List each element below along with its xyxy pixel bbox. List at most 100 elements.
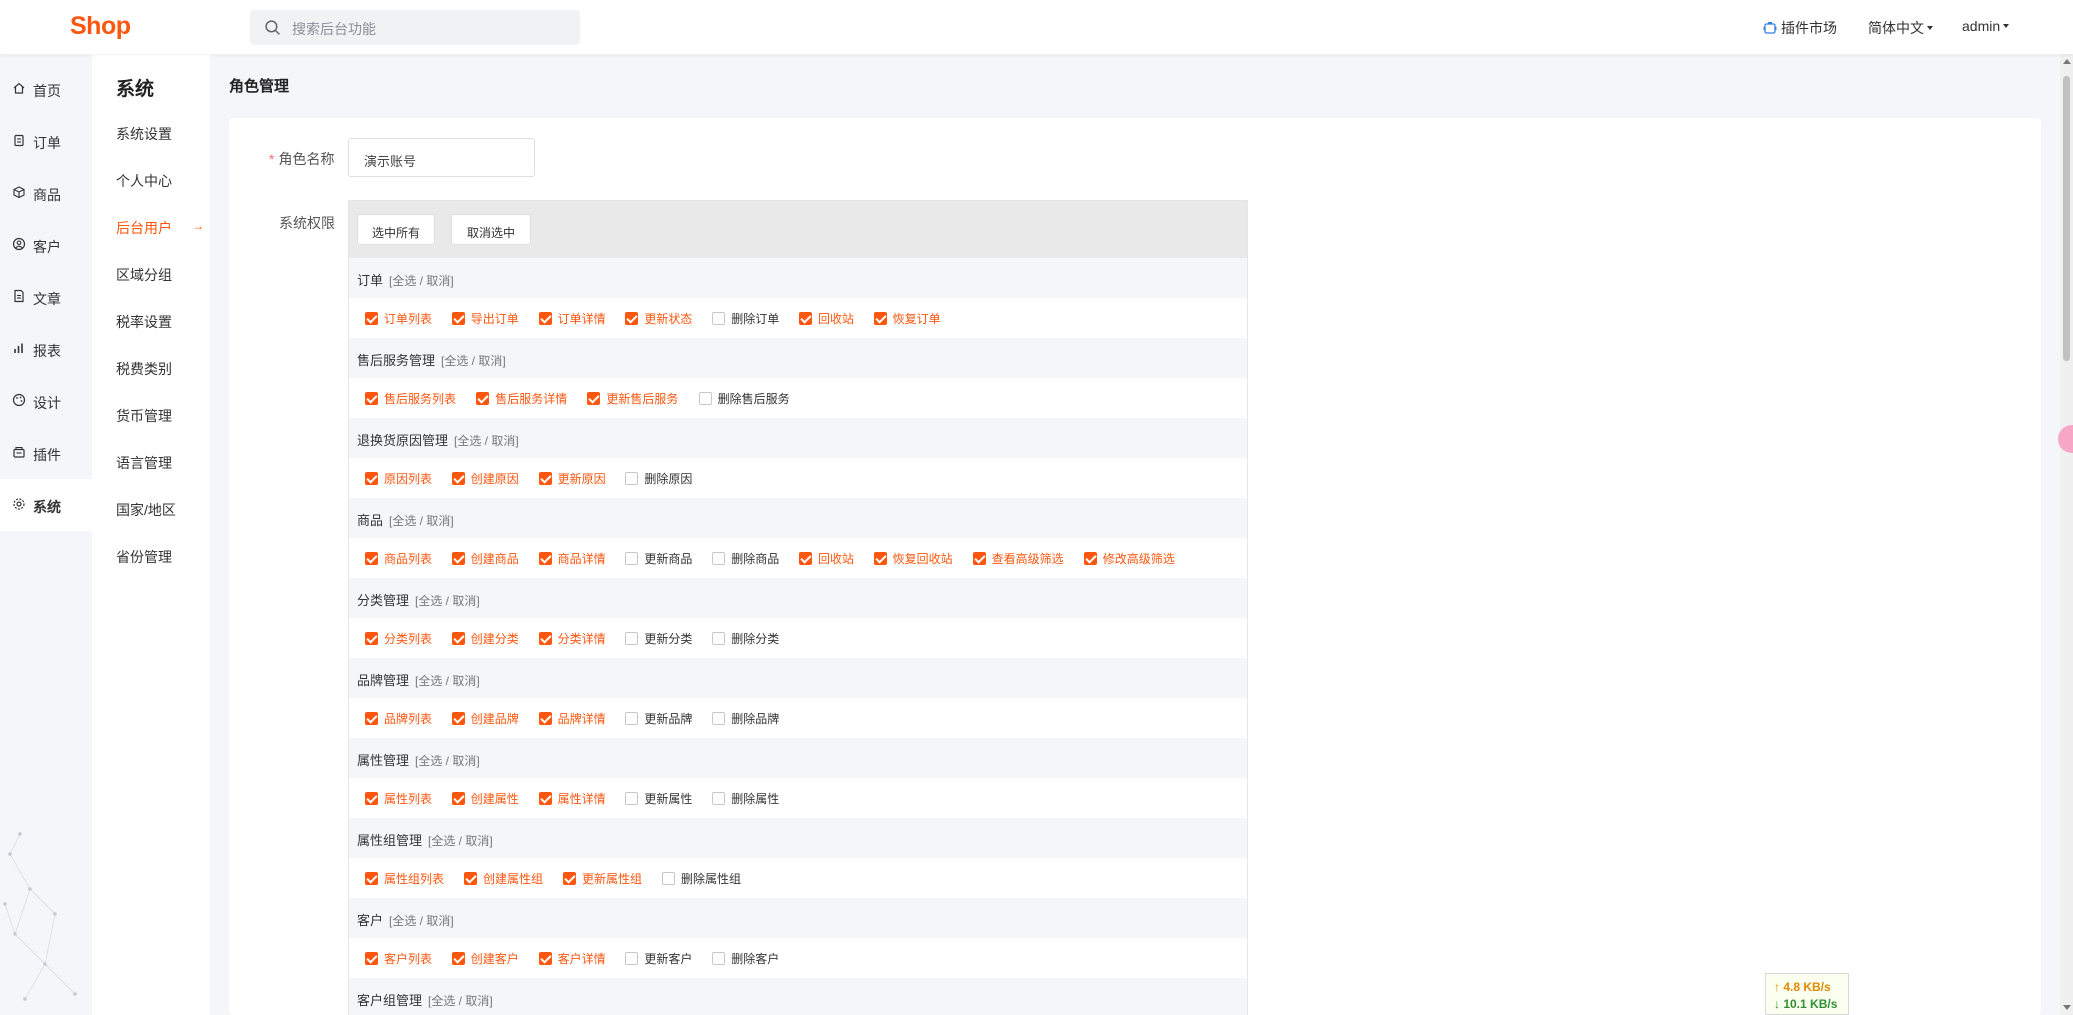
sub-nav-item-6[interactable]: 货币管理 <box>116 406 172 426</box>
permission-checkbox[interactable]: 删除原因 <box>625 470 692 487</box>
permission-checkbox[interactable]: 客户列表 <box>365 950 432 967</box>
permission-checkbox[interactable]: 商品列表 <box>365 550 432 567</box>
permission-checkbox[interactable]: 导出订单 <box>451 310 519 327</box>
checkbox-box[interactable] <box>563 872 576 885</box>
checkbox-box[interactable] <box>587 392 601 405</box>
permission-checkbox[interactable]: 更新商品 <box>625 550 692 567</box>
permission-checkbox[interactable]: 更新属性组 <box>563 870 642 887</box>
main-nav-item-7[interactable]: 插件 <box>0 427 92 479</box>
permission-checkbox[interactable]: 更新状态 <box>625 310 692 327</box>
permission-checkbox[interactable]: 恢复回收站 <box>873 550 953 567</box>
checkbox-box[interactable] <box>712 952 726 965</box>
permission-checkbox[interactable]: 原因列表 <box>365 470 432 487</box>
checkbox-box[interactable] <box>365 712 378 725</box>
checkbox-box[interactable] <box>625 472 639 485</box>
checkbox-box[interactable] <box>538 792 552 805</box>
permission-checkbox[interactable]: 品牌详情 <box>538 710 606 727</box>
permission-checkbox[interactable]: 创建品牌 <box>451 710 519 727</box>
permission-checkbox[interactable]: 创建属性组 <box>464 870 543 887</box>
scroll-up-icon[interactable] <box>2063 59 2071 64</box>
checkbox-box[interactable] <box>873 312 887 325</box>
scrollbar-thumb[interactable] <box>2063 76 2070 361</box>
main-nav-item-0[interactable]: 首页 <box>0 63 92 115</box>
checkbox-box[interactable] <box>625 792 639 805</box>
checkbox-box[interactable] <box>365 792 378 805</box>
checkbox-box[interactable] <box>712 712 726 725</box>
permission-checkbox[interactable]: 分类详情 <box>538 630 606 647</box>
permission-checkbox[interactable]: 更新售后服务 <box>587 390 678 407</box>
checkbox-box[interactable] <box>365 392 378 405</box>
group-toggle-all[interactable]: [全选 / 取消] <box>389 514 454 528</box>
permission-checkbox[interactable]: 删除属性 <box>712 790 779 807</box>
permission-checkbox[interactable]: 客户详情 <box>538 950 606 967</box>
checkbox-box[interactable] <box>451 312 465 325</box>
permission-checkbox[interactable]: 创建分类 <box>451 630 519 647</box>
group-toggle-all[interactable]: [全选 / 取消] <box>415 754 480 768</box>
permission-checkbox[interactable]: 售后服务列表 <box>365 390 456 407</box>
permission-checkbox[interactable]: 删除订单 <box>712 310 779 327</box>
main-nav-item-6[interactable]: 设计 <box>0 375 92 427</box>
checkbox-box[interactable] <box>538 552 552 565</box>
checkbox-box[interactable] <box>476 392 490 405</box>
permission-checkbox[interactable]: 属性列表 <box>365 790 432 807</box>
sub-nav-item-4[interactable]: 税率设置 <box>116 312 172 332</box>
checkbox-box[interactable] <box>451 472 465 485</box>
checkbox-box[interactable] <box>625 632 639 645</box>
checkbox-box[interactable] <box>451 632 465 645</box>
permission-checkbox[interactable]: 删除品牌 <box>712 710 779 727</box>
checkbox-box[interactable] <box>625 712 639 725</box>
permission-checkbox[interactable]: 订单详情 <box>538 310 606 327</box>
checkbox-box[interactable] <box>365 312 378 325</box>
checkbox-box[interactable] <box>451 792 465 805</box>
sub-nav-item-2[interactable]: 后台用户 <box>116 218 172 238</box>
checkbox-box[interactable] <box>464 872 477 885</box>
checkbox-box[interactable] <box>662 872 675 885</box>
sub-nav-item-3[interactable]: 区域分组 <box>116 265 172 285</box>
main-nav-item-1[interactable]: 订单 <box>0 115 92 167</box>
permission-checkbox[interactable]: 属性详情 <box>538 790 606 807</box>
permission-checkbox[interactable]: 更新分类 <box>625 630 692 647</box>
role-name-input[interactable]: 演示账号 <box>348 138 535 177</box>
checkbox-box[interactable] <box>538 952 552 965</box>
sub-nav-item-7[interactable]: 语言管理 <box>116 453 172 473</box>
group-toggle-all[interactable]: [全选 / 取消] <box>415 594 480 608</box>
language-dropdown[interactable]: 简体中文 <box>1868 18 1933 38</box>
permission-checkbox[interactable]: 删除售后服务 <box>698 390 790 407</box>
sub-nav-item-0[interactable]: 系统设置 <box>116 124 172 144</box>
checkbox-box[interactable] <box>365 952 378 965</box>
checkbox-box[interactable] <box>365 552 378 565</box>
main-nav-item-5[interactable]: 报表 <box>0 323 92 375</box>
search-input[interactable]: 搜索后台功能 <box>250 10 580 45</box>
checkbox-box[interactable] <box>799 552 812 565</box>
checkbox-box[interactable] <box>873 552 887 565</box>
permission-checkbox[interactable]: 恢复订单 <box>873 310 941 327</box>
main-nav-item-2[interactable]: 商品 <box>0 167 92 219</box>
checkbox-box[interactable] <box>712 632 726 645</box>
checkbox-box[interactable] <box>625 312 639 325</box>
permission-checkbox[interactable]: 分类列表 <box>365 630 432 647</box>
checkbox-box[interactable] <box>625 952 639 965</box>
checkbox-box[interactable] <box>538 312 552 325</box>
sub-nav-item-1[interactable]: 个人中心 <box>116 171 172 191</box>
main-nav-item-4[interactable]: 文章 <box>0 271 92 323</box>
sub-nav-item-9[interactable]: 省份管理 <box>116 547 172 567</box>
checkbox-box[interactable] <box>972 552 986 565</box>
checkbox-box[interactable] <box>538 632 552 645</box>
permission-checkbox[interactable]: 品牌列表 <box>365 710 432 727</box>
checkbox-box[interactable] <box>451 712 465 725</box>
permission-checkbox[interactable]: 删除客户 <box>712 950 779 967</box>
main-nav-item-3[interactable]: 客户 <box>0 219 92 271</box>
permission-checkbox[interactable]: 删除属性组 <box>662 870 741 887</box>
permission-checkbox[interactable]: 回收站 <box>799 310 854 327</box>
permission-checkbox[interactable]: 更新品牌 <box>625 710 692 727</box>
checkbox-box[interactable] <box>712 792 726 805</box>
checkbox-box[interactable] <box>451 552 465 565</box>
scroll-down-icon[interactable] <box>2063 1005 2071 1010</box>
group-toggle-all[interactable]: [全选 / 取消] <box>454 434 519 448</box>
checkbox-box[interactable] <box>1083 552 1097 565</box>
checkbox-box[interactable] <box>365 872 378 885</box>
permission-checkbox[interactable]: 回收站 <box>799 550 854 567</box>
permission-checkbox[interactable]: 订单列表 <box>365 310 432 327</box>
permission-checkbox[interactable]: 更新属性 <box>625 790 692 807</box>
sub-nav-item-5[interactable]: 税费类别 <box>116 359 172 379</box>
